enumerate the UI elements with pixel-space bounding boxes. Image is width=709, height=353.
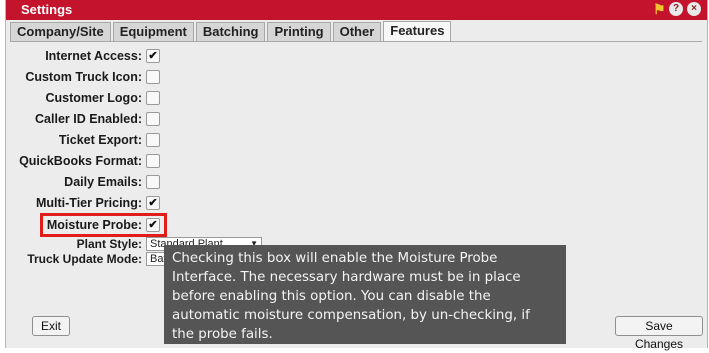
plant-style-label: Plant Style:: [76, 237, 142, 251]
tooltip-line: automatic moisture compensation, by un-c…: [172, 308, 530, 323]
help-icon[interactable]: ?: [669, 2, 683, 16]
multi-tier-pricing-checkbox[interactable]: [146, 196, 160, 210]
daily-emails-checkbox[interactable]: [146, 175, 160, 189]
tooltip-line: Interface. The necessary hardware must b…: [172, 270, 521, 285]
feature-row-internet-access: Internet Access:: [6, 47, 160, 65]
tab-bar: Company/Site Equipment Batching Printing…: [10, 21, 453, 42]
feature-row-multi-tier-pricing: Multi-Tier Pricing:: [6, 194, 160, 212]
feature-row-customer-logo: Customer Logo:: [6, 89, 160, 107]
customer-logo-checkbox[interactable]: [146, 91, 160, 105]
ticket-export-checkbox[interactable]: [146, 133, 160, 147]
moisture-probe-tooltip: Checking this box will enable the Moistu…: [164, 245, 566, 344]
tab-panel-border: [10, 41, 702, 42]
feature-label: Caller ID Enabled:: [35, 112, 142, 126]
feature-label: Ticket Export:: [58, 133, 142, 147]
moisture-probe-highlight: [40, 213, 167, 237]
feature-row-custom-truck-icon: Custom Truck Icon:: [6, 68, 160, 86]
feature-row-caller-id: Caller ID Enabled:: [6, 110, 160, 128]
feature-row-daily-emails: Daily Emails:: [6, 173, 160, 191]
title-bar-icons: ⚑ ? ×: [653, 2, 701, 16]
quickbooks-format-checkbox[interactable]: [146, 154, 160, 168]
truck-update-mode-label: Truck Update Mode:: [27, 252, 142, 266]
key-icon[interactable]: ⚑: [653, 2, 666, 16]
internet-access-checkbox[interactable]: [146, 49, 160, 63]
tab-printing[interactable]: Printing: [267, 22, 331, 41]
tab-batching[interactable]: Batching: [195, 22, 266, 41]
feature-label: QuickBooks Format:: [19, 154, 142, 168]
save-changes-button[interactable]: Save Changes: [615, 316, 703, 351]
feature-label: Multi-Tier Pricing:: [35, 196, 142, 210]
window-title: Settings: [21, 2, 73, 17]
feature-row-ticket-export: Ticket Export:: [6, 131, 160, 149]
settings-window: Settings ⚑ ? × Company/Site Equipment Ba…: [5, 0, 708, 351]
tooltip-line: the probe fails.: [172, 327, 273, 342]
tab-equipment[interactable]: Equipment: [112, 22, 194, 41]
tab-other[interactable]: Other: [332, 22, 382, 41]
custom-truck-icon-checkbox[interactable]: [146, 70, 160, 84]
feature-label: Custom Truck Icon:: [25, 70, 142, 84]
tab-company-site[interactable]: Company/Site: [10, 22, 111, 41]
tab-features[interactable]: Features: [383, 21, 452, 42]
tooltip-line: Checking this box will enable the Moistu…: [172, 251, 498, 266]
title-bar: Settings ⚑ ? ×: [6, 0, 707, 20]
close-icon[interactable]: ×: [687, 2, 701, 16]
tooltip-line: before enabling this option. You can dis…: [172, 289, 491, 304]
feature-label: Internet Access:: [45, 49, 142, 63]
exit-button[interactable]: Exit: [32, 316, 70, 336]
caller-id-checkbox[interactable]: [146, 112, 160, 126]
feature-label: Daily Emails:: [64, 175, 142, 189]
feature-row-quickbooks-format: QuickBooks Format:: [6, 152, 160, 170]
feature-label: Customer Logo:: [45, 91, 142, 105]
